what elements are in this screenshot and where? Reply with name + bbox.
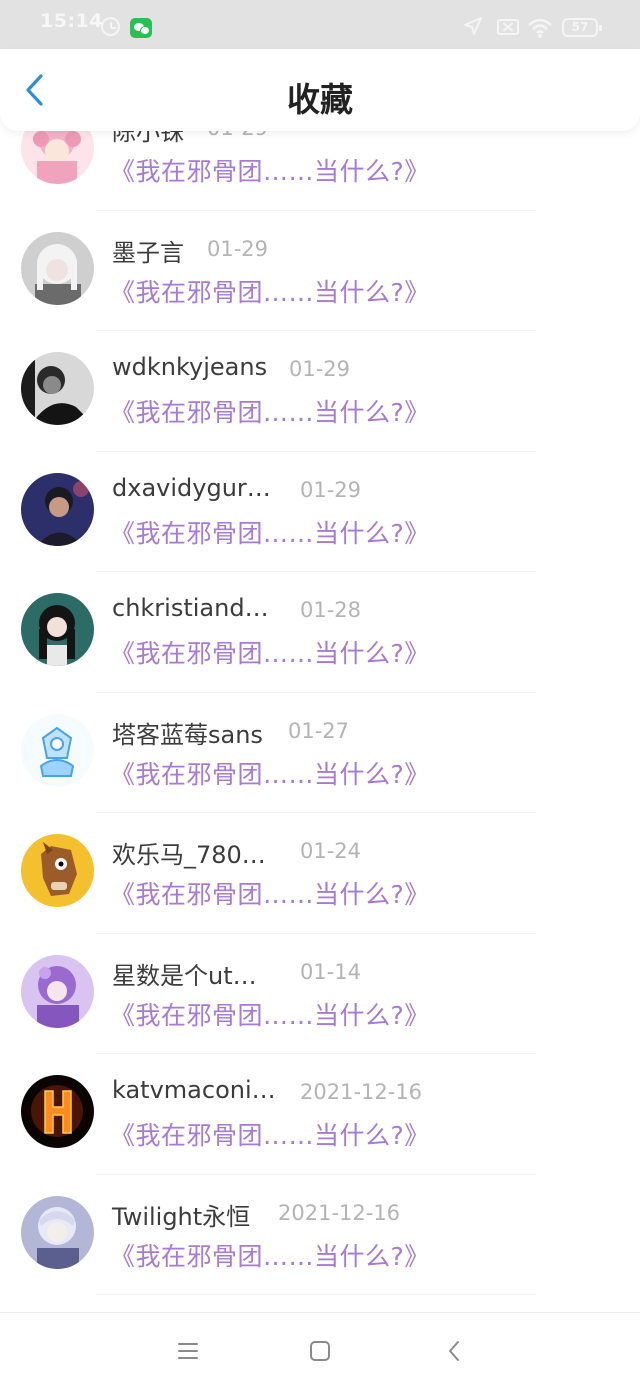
work-title-link[interactable]: 《我在邪骨团……当什么?》	[110, 996, 430, 1032]
favorite-date: 01-27	[288, 718, 350, 743]
avatar[interactable]	[21, 593, 94, 666]
work-title-link[interactable]: 《我在邪骨团……当什么?》	[110, 755, 430, 791]
menu-icon	[178, 1343, 198, 1359]
favorite-date: 2021-12-16	[278, 1200, 401, 1225]
avatar[interactable]	[21, 1075, 94, 1148]
battery-icon: 57	[562, 18, 602, 37]
user-name[interactable]: 墨子言	[112, 233, 184, 268]
list-item[interactable]: 塔客蓝莓sans 01-27 《我在邪骨团……当什么?》	[0, 693, 640, 813]
app-header: 收藏	[0, 49, 640, 131]
system-back-button[interactable]	[436, 1333, 472, 1369]
avatar[interactable]	[21, 713, 94, 787]
favorite-date: 01-28	[300, 598, 362, 622]
no-sim-icon	[497, 19, 519, 35]
work-title-link[interactable]: 《我在邪骨团……当什么?》	[110, 1116, 430, 1152]
home-button[interactable]	[302, 1333, 338, 1369]
favorite-date: 01-14	[300, 959, 362, 984]
row-divider	[96, 1294, 536, 1295]
menu-button[interactable]	[170, 1333, 206, 1369]
status-bar: 15:14 57	[0, 0, 640, 49]
user-name[interactable]: chkristiand…	[112, 594, 269, 622]
avatar[interactable]	[21, 352, 94, 425]
page-title: 收藏	[287, 80, 353, 119]
list-item[interactable]: Twilight永恒 2021-12-16 《我在邪骨团……当什么?》	[0, 1175, 640, 1295]
work-title-link[interactable]: 《我在邪骨团……当什么?》	[110, 152, 430, 188]
favorite-date: 01-29	[207, 236, 269, 261]
avatar[interactable]	[21, 1195, 94, 1269]
work-title-link[interactable]: 《我在邪骨团……当什么?》	[110, 1237, 430, 1273]
work-title-link[interactable]: 《我在邪骨团……当什么?》	[110, 393, 430, 429]
favorite-date: 01-24	[300, 839, 362, 863]
work-title-link[interactable]: 《我在邪骨团……当什么?》	[110, 634, 430, 670]
favorite-date: 2021-12-16	[300, 1080, 423, 1104]
wechat-icon	[130, 18, 152, 38]
user-name[interactable]: wdknkyjeans	[112, 353, 267, 381]
favorite-date: 01-29	[300, 477, 362, 502]
favorite-date: 01-29	[289, 357, 351, 381]
wifi-icon	[528, 18, 552, 38]
list-item[interactable]: 星数是个ut… 01-14 《我在邪骨团……当什么?》	[0, 934, 640, 1054]
list-item[interactable]: 墨子言 01-29 《我在邪骨团……当什么?》	[0, 211, 640, 331]
work-title-link[interactable]: 《我在邪骨团……当什么?》	[110, 875, 430, 911]
user-name[interactable]: 塔客蓝莓sans	[112, 715, 263, 750]
location-arrow-icon	[464, 17, 482, 35]
user-name[interactable]: Twilight永恒	[112, 1197, 250, 1232]
list-item[interactable]: 欢乐马_780… 01-24 《我在邪骨团……当什么?》	[0, 813, 640, 934]
work-title-link[interactable]: 《我在邪骨团……当什么?》	[110, 514, 430, 550]
user-name[interactable]: 星数是个ut…	[112, 956, 257, 991]
alarm-icon	[101, 17, 120, 36]
work-title-link[interactable]: 《我在邪骨团……当什么?》	[110, 273, 430, 309]
favorites-screen: 15:14 57 陈小铢01-29《我在邪骨团……当什么?》墨子言01-29《我…	[0, 0, 640, 1387]
user-name[interactable]: katvmaconi…	[112, 1076, 276, 1104]
avatar[interactable]	[21, 472, 94, 546]
avatar[interactable]	[21, 231, 94, 305]
avatar[interactable]	[21, 954, 94, 1028]
list-item[interactable]: katvmaconi… 2021-12-16 《我在邪骨团……当什么?》	[0, 1054, 640, 1175]
home-square-icon	[310, 1341, 330, 1361]
back-chevron-icon	[449, 1341, 459, 1361]
list-item[interactable]: dxavidygur… 01-29 《我在邪骨团……当什么?》	[0, 452, 640, 572]
user-name[interactable]: dxavidygur…	[112, 474, 271, 502]
avatar[interactable]	[21, 834, 94, 907]
system-nav-bar	[0, 1312, 640, 1387]
user-name[interactable]: 欢乐马_780…	[112, 835, 266, 870]
list-item[interactable]: chkristiand… 01-28 《我在邪骨团……当什么?》	[0, 572, 640, 693]
list-item[interactable]: wdknkyjeans 01-29 《我在邪骨团……当什么?》	[0, 331, 640, 452]
status-time: 15:14	[40, 10, 103, 32]
